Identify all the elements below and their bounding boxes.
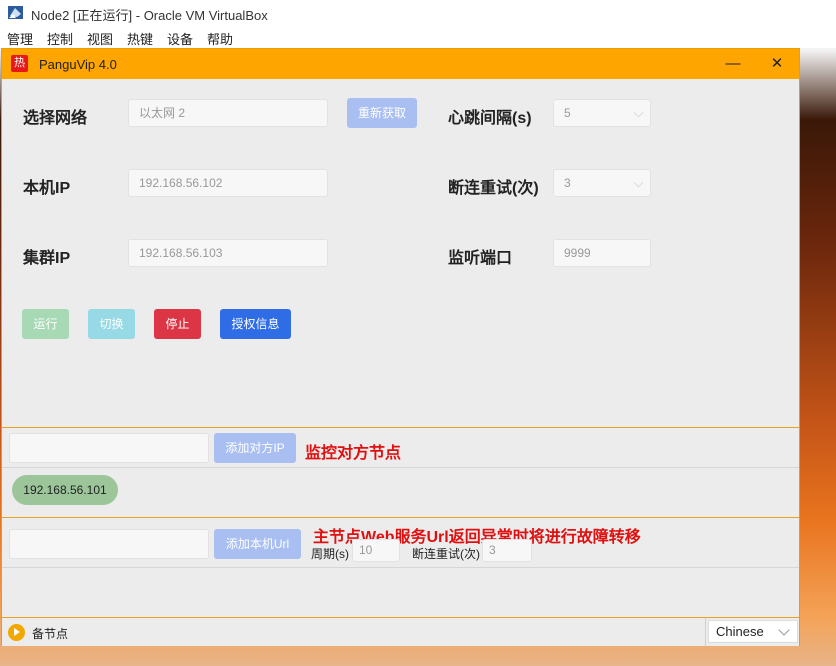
host-menubar: 管理 控制 视图 热键 设备 帮助 (0, 26, 836, 48)
period-field[interactable]: 10 (352, 539, 400, 562)
add-local-url-button[interactable]: 添加本机Url (214, 529, 301, 559)
play-circle-icon (8, 624, 25, 641)
app-titlebar: 热 PanguVip 4.0 — ✕ (2, 49, 799, 79)
spinner-caret-icon (633, 107, 644, 118)
section-divider (2, 427, 799, 428)
app-window: 热 PanguVip 4.0 — ✕ 选择网络 以太网 2 重新获取 心跳间隔(… (1, 48, 800, 646)
host-window-title: Node2 [正在运行] - Oracle VM VirtualBox (31, 8, 268, 23)
peer-monitor-note: 监控对方节点 (305, 445, 402, 462)
status-bar: 备节点 Chinese (2, 617, 799, 646)
peer-ip-input[interactable] (9, 433, 209, 463)
local-ip-field[interactable]: 192.168.56.102 (128, 169, 328, 197)
network-select[interactable]: 以太网 2 (128, 99, 328, 127)
minimize-button[interactable]: — (722, 54, 744, 74)
section-divider (2, 567, 799, 568)
status-divider (705, 618, 706, 646)
menu-hotkey[interactable]: 热键 (127, 29, 153, 48)
chevron-down-icon (778, 624, 790, 636)
port-label: 监听端口 (448, 250, 513, 267)
switch-button[interactable]: 切换 (88, 309, 135, 339)
virtualbox-icon (8, 6, 23, 19)
port-field[interactable]: 9999 (553, 239, 651, 267)
menu-devices[interactable]: 设备 (167, 29, 193, 48)
host-titlebar: Node2 [正在运行] - Oracle VM VirtualBox (0, 0, 836, 26)
close-button[interactable]: ✕ (766, 54, 788, 74)
retry-label: 断连重试(次) (448, 180, 539, 197)
language-value: Chinese (716, 624, 764, 639)
peer-node-chip[interactable]: 192.168.56.101 (12, 475, 118, 505)
node-role-status: 备节点 (32, 627, 69, 641)
heartbeat-value: 5 (564, 106, 571, 120)
add-peer-ip-button[interactable]: 添加对方IP (214, 433, 296, 463)
app-title: PanguVip 4.0 (39, 57, 117, 72)
retry-spinner[interactable]: 3 (553, 169, 651, 197)
url-retry-label: 断连重试(次) (412, 547, 480, 561)
refresh-button[interactable]: 重新获取 (347, 98, 417, 128)
spinner-caret-icon (633, 177, 644, 188)
local-url-input[interactable] (9, 529, 209, 559)
run-button[interactable]: 运行 (22, 309, 69, 339)
url-retry-field[interactable]: 3 (482, 539, 532, 562)
app-logo-icon: 热 (11, 55, 28, 72)
local-ip-label: 本机IP (23, 180, 71, 197)
section-divider (2, 517, 799, 518)
retry-value: 3 (564, 176, 571, 190)
menu-help[interactable]: 帮助 (207, 29, 233, 48)
menu-view[interactable]: 视图 (87, 29, 113, 48)
menu-manage[interactable]: 管理 (7, 29, 33, 48)
period-label: 周期(s) (311, 547, 349, 561)
menu-control[interactable]: 控制 (47, 29, 73, 48)
section-divider (2, 467, 799, 468)
cluster-ip-field[interactable]: 192.168.56.103 (128, 239, 328, 267)
cluster-ip-label: 集群IP (23, 250, 71, 267)
heartbeat-label: 心跳间隔(s) (448, 110, 532, 127)
network-label: 选择网络 (23, 110, 88, 127)
stop-button[interactable]: 停止 (154, 309, 201, 339)
language-select[interactable]: Chinese (708, 620, 798, 643)
license-button[interactable]: 授权信息 (220, 309, 291, 339)
heartbeat-spinner[interactable]: 5 (553, 99, 651, 127)
